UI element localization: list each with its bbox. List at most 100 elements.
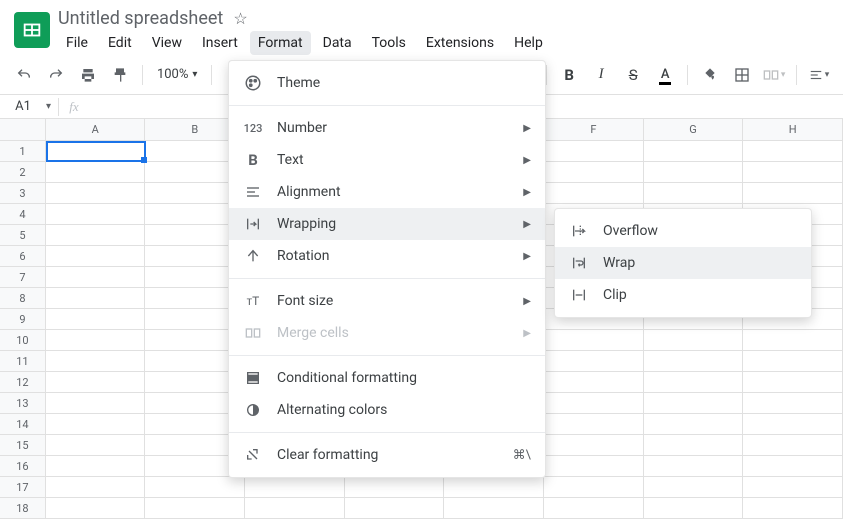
cell[interactable]: [46, 498, 146, 519]
row-header[interactable]: 5: [0, 225, 46, 246]
cell[interactable]: [46, 246, 146, 267]
cell[interactable]: [644, 456, 744, 477]
cell[interactable]: [444, 498, 544, 519]
cell[interactable]: [644, 162, 744, 183]
cell[interactable]: [743, 498, 843, 519]
row-header[interactable]: 6: [0, 246, 46, 267]
cell[interactable]: [46, 435, 146, 456]
menu-item-conditional[interactable]: Conditional formatting: [229, 362, 545, 394]
cell[interactable]: [644, 414, 744, 435]
col-header[interactable]: A: [46, 119, 146, 140]
cell[interactable]: [743, 393, 843, 414]
cell[interactable]: [345, 477, 445, 498]
menu-item-text[interactable]: B Text ▶: [229, 144, 545, 176]
cell[interactable]: [743, 372, 843, 393]
menu-data[interactable]: Data: [315, 31, 360, 55]
cell[interactable]: [544, 330, 644, 351]
cell[interactable]: [644, 183, 744, 204]
cell[interactable]: [644, 351, 744, 372]
cell[interactable]: [46, 330, 146, 351]
zoom-select[interactable]: 100% ▾: [151, 67, 203, 82]
submenu-item-overflow[interactable]: Overflow: [555, 215, 811, 247]
italic-button[interactable]: I: [587, 61, 615, 89]
borders-button[interactable]: [728, 61, 756, 89]
select-all-corner[interactable]: [0, 119, 46, 140]
fill-color-button[interactable]: [696, 61, 724, 89]
row-header[interactable]: 7: [0, 267, 46, 288]
cell[interactable]: [644, 330, 744, 351]
cell[interactable]: [743, 162, 843, 183]
cell[interactable]: [46, 393, 146, 414]
submenu-item-wrap[interactable]: Wrap: [555, 247, 811, 279]
cell[interactable]: [46, 414, 146, 435]
cell[interactable]: [544, 435, 644, 456]
menu-item-alignment[interactable]: Alignment ▶: [229, 176, 545, 208]
cell[interactable]: [644, 372, 744, 393]
menu-item-clear[interactable]: Clear formatting ⌘\: [229, 439, 545, 471]
menu-format[interactable]: Format: [250, 31, 311, 55]
menu-item-wrapping[interactable]: Wrapping ▶: [229, 208, 545, 240]
cell[interactable]: [644, 393, 744, 414]
row-header[interactable]: 4: [0, 204, 46, 225]
cell[interactable]: [743, 330, 843, 351]
align-button[interactable]: ▾: [805, 61, 833, 89]
cell[interactable]: [46, 225, 146, 246]
col-header[interactable]: F: [544, 119, 644, 140]
cell[interactable]: [46, 351, 146, 372]
menu-item-number[interactable]: 123 Number ▶: [229, 112, 545, 144]
cell[interactable]: [46, 183, 146, 204]
row-header[interactable]: 18: [0, 498, 46, 519]
cell[interactable]: [544, 456, 644, 477]
row-header[interactable]: 9: [0, 309, 46, 330]
cell[interactable]: [544, 393, 644, 414]
col-header[interactable]: G: [644, 119, 744, 140]
cell[interactable]: [743, 477, 843, 498]
row-header[interactable]: 8: [0, 288, 46, 309]
cell[interactable]: [743, 435, 843, 456]
undo-button[interactable]: [10, 61, 38, 89]
menu-item-rotation[interactable]: Rotation ▶: [229, 240, 545, 272]
cell[interactable]: [544, 162, 644, 183]
merge-button[interactable]: ▾: [760, 61, 788, 89]
cell[interactable]: [245, 498, 345, 519]
cell[interactable]: [743, 183, 843, 204]
row-header[interactable]: 13: [0, 393, 46, 414]
paint-format-button[interactable]: [106, 61, 134, 89]
row-header[interactable]: 17: [0, 477, 46, 498]
cell[interactable]: [644, 141, 744, 162]
cell[interactable]: [544, 141, 644, 162]
doc-title[interactable]: Untitled spreadsheet: [58, 8, 223, 29]
sheets-logo[interactable]: [14, 12, 50, 48]
cell[interactable]: [544, 477, 644, 498]
star-icon[interactable]: ☆: [233, 9, 247, 28]
cell[interactable]: [145, 498, 245, 519]
text-color-button[interactable]: A: [651, 61, 679, 89]
row-header[interactable]: 15: [0, 435, 46, 456]
cell[interactable]: [544, 372, 644, 393]
cell[interactable]: [46, 372, 146, 393]
cell[interactable]: [245, 477, 345, 498]
cell[interactable]: [743, 351, 843, 372]
cell[interactable]: [46, 288, 146, 309]
cell[interactable]: [544, 351, 644, 372]
redo-button[interactable]: [42, 61, 70, 89]
print-button[interactable]: [74, 61, 102, 89]
row-header[interactable]: 14: [0, 414, 46, 435]
cell[interactable]: [743, 141, 843, 162]
menu-item-alternating[interactable]: Alternating colors: [229, 394, 545, 426]
cell[interactable]: [644, 435, 744, 456]
cell[interactable]: [644, 498, 744, 519]
col-header[interactable]: H: [743, 119, 843, 140]
menu-insert[interactable]: Insert: [194, 31, 246, 55]
cell[interactable]: [743, 414, 843, 435]
row-header[interactable]: 2: [0, 162, 46, 183]
row-header[interactable]: 12: [0, 372, 46, 393]
cell[interactable]: [46, 267, 146, 288]
cell[interactable]: [46, 162, 146, 183]
menu-item-font-size[interactable]: ᴛT Font size ▶: [229, 285, 545, 317]
strikethrough-button[interactable]: S: [619, 61, 647, 89]
menu-edit[interactable]: Edit: [100, 31, 140, 55]
name-box-dropdown[interactable]: ▾: [46, 101, 58, 112]
row-header[interactable]: 10: [0, 330, 46, 351]
bold-button[interactable]: B: [555, 61, 583, 89]
